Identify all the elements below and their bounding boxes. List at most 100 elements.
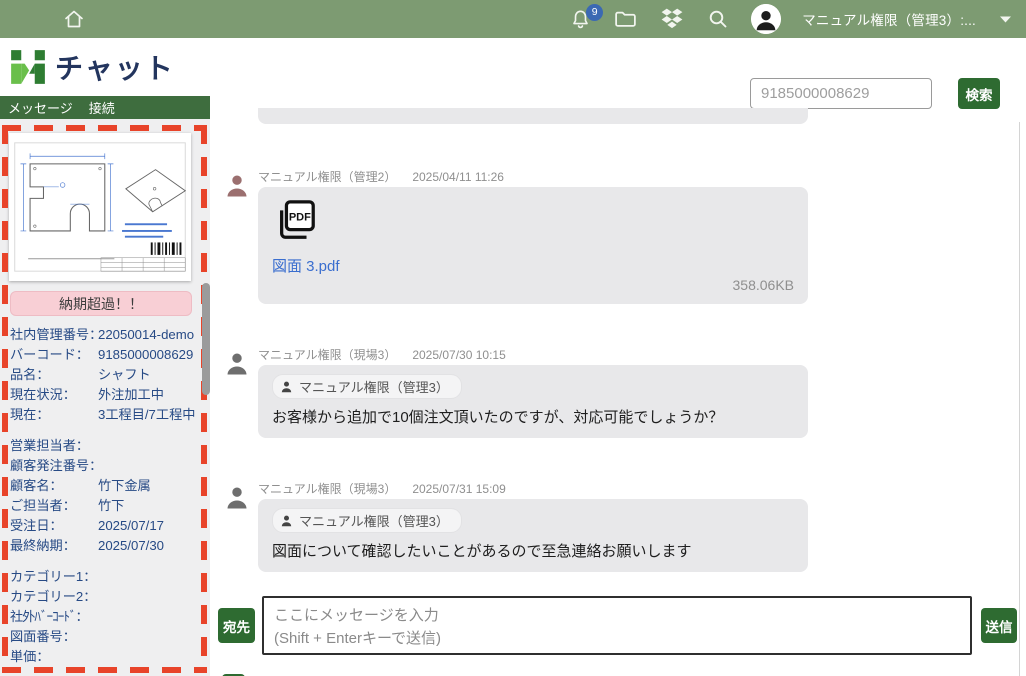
sidebar-scrollbar-thumb[interactable] bbox=[202, 283, 210, 395]
dropbox-icon[interactable] bbox=[659, 6, 685, 32]
highlight-border-left bbox=[2, 125, 8, 673]
item-detail-panel: 納期超過！！ 社内管理番号： 22050014-demo バーコード： 9185… bbox=[0, 119, 210, 676]
field-label: 受注日： bbox=[10, 516, 98, 536]
file-size: 358.06KB bbox=[272, 277, 794, 293]
message-author: マニュアル権限（現場3） bbox=[258, 348, 396, 362]
chat-message: マニュアル権限（現場3） 2025/07/30 10:15 マニュアル権限（管理… bbox=[224, 348, 1026, 438]
field-row: 顧客名： 竹下金属 bbox=[10, 476, 202, 496]
item-detail-sidebar: チャット メッセージ 接続 bbox=[0, 38, 210, 676]
search-row: 検索 bbox=[210, 38, 1026, 109]
field-group: 営業担当者： 顧客発注番号： 顧客名： 竹下金属 ご担当者： 竹下 受注日： 2… bbox=[10, 436, 202, 556]
recipients-button[interactable]: 宛先 bbox=[218, 608, 255, 643]
user-avatar[interactable] bbox=[751, 4, 781, 34]
message-time: 2025/04/11 11:26 bbox=[412, 170, 504, 184]
partial-message-bubble bbox=[258, 108, 808, 124]
composer: 宛先 送信 bbox=[210, 596, 1026, 655]
field-row: カテゴリー2： bbox=[10, 587, 202, 607]
chat-message: マニュアル権限（現場3） 2025/07/31 15:09 マニュアル権限（管理… bbox=[224, 482, 1026, 572]
svg-text:PDF: PDF bbox=[289, 211, 311, 223]
field-label: 社内管理番号： bbox=[10, 325, 98, 345]
field-row: バーコード： 9185000008629 bbox=[10, 345, 202, 365]
chat-message: マニュアル権限（管理2） 2025/04/11 11:26 PDF 図面 3.p… bbox=[224, 170, 1026, 304]
tab-connections[interactable]: 接続 bbox=[89, 98, 115, 117]
field-value bbox=[98, 587, 202, 607]
sidebar-tabbar: メッセージ 接続 bbox=[0, 96, 210, 119]
item-fields: 社内管理番号： 22050014-demo バーコード： 91850000086… bbox=[10, 325, 202, 676]
field-value: 竹下 bbox=[98, 496, 202, 516]
chevron-down-icon[interactable] bbox=[999, 15, 1012, 24]
field-row: 図面番号： bbox=[10, 627, 202, 647]
field-label: 現在状況： bbox=[10, 385, 98, 405]
send-button[interactable]: 送信 bbox=[981, 608, 1017, 643]
field-value bbox=[98, 607, 202, 627]
field-row: 現在： 3工程目/7工程中 bbox=[10, 405, 202, 425]
field-row: ご担当者： 竹下 bbox=[10, 496, 202, 516]
field-value: 9185000008629 bbox=[98, 345, 202, 365]
field-value bbox=[98, 456, 202, 476]
field-row: 社外ﾊﾞｰｺｰﾄﾞ： bbox=[10, 607, 202, 627]
message-time: 2025/07/31 15:09 bbox=[412, 482, 505, 496]
drawing-thumbnail[interactable] bbox=[9, 133, 191, 281]
field-row: 品名： シャフト bbox=[10, 365, 202, 385]
logo-icon bbox=[10, 49, 46, 85]
barcode-search-input[interactable] bbox=[750, 78, 932, 109]
field-label: カテゴリー1： bbox=[10, 567, 98, 587]
field-row: 営業担当者： bbox=[10, 436, 202, 456]
notification-badge: 9 bbox=[586, 4, 603, 21]
field-label: 顧客発注番号： bbox=[10, 456, 98, 476]
search-button[interactable]: 検索 bbox=[958, 78, 1000, 109]
overdue-alert: 納期超過！！ bbox=[10, 291, 192, 316]
field-row: 単価： bbox=[10, 647, 202, 667]
field-label: バーコード： bbox=[10, 345, 98, 365]
search-icon[interactable] bbox=[706, 7, 730, 31]
field-label: 単価： bbox=[10, 647, 98, 667]
notifications-bell-icon[interactable]: 9 bbox=[569, 8, 592, 31]
menu-icon[interactable] bbox=[14, 11, 36, 26]
field-value bbox=[98, 436, 202, 456]
message-bubble: マニュアル権限（管理3） お客様から追加で10個注文頂いたのですが、対応可能でし… bbox=[258, 365, 808, 438]
field-label: 現在： bbox=[10, 405, 98, 425]
field-row: カテゴリー1： bbox=[10, 567, 202, 587]
field-value: シャフト bbox=[98, 365, 202, 385]
field-row: 最終納期： 2025/07/30 bbox=[10, 536, 202, 556]
home-icon[interactable] bbox=[62, 7, 86, 31]
message-text: 図面について確認したいことがあるので至急連絡お願いします bbox=[272, 540, 794, 561]
message-author: マニュアル権限（管理2） bbox=[258, 170, 396, 184]
message-header: マニュアル権限（現場3） 2025/07/31 15:09 bbox=[258, 482, 808, 496]
logo-text: チャット bbox=[55, 47, 175, 87]
mention-label: マニュアル権限（管理3） bbox=[299, 377, 449, 396]
user-name[interactable]: マニュアル権限（管理3）:... bbox=[802, 9, 976, 29]
mention-chip: マニュアル権限（管理3） bbox=[272, 374, 462, 399]
message-bubble: PDF 図面 3.pdf 358.06KB bbox=[258, 187, 808, 304]
field-group: 社内管理番号： 22050014-demo バーコード： 91850000086… bbox=[10, 325, 202, 425]
message-bubble: マニュアル権限（管理3） 図面について確認したいことがあるので至急連絡お願いしま… bbox=[258, 499, 808, 572]
message-text: お客様から追加で10個注文頂いたのですが、対応可能でしょうか？ bbox=[272, 406, 794, 427]
field-value: 2025/07/17 bbox=[98, 516, 202, 536]
field-value bbox=[98, 627, 202, 647]
app-logo: チャット bbox=[0, 38, 210, 96]
tab-messages[interactable]: メッセージ bbox=[8, 98, 73, 117]
field-value: 3工程目/7工程中 bbox=[98, 405, 202, 425]
file-link[interactable]: 図面 3.pdf bbox=[272, 255, 794, 276]
field-group: カテゴリー1： カテゴリー2： 社外ﾊﾞｰｺｰﾄﾞ： 図面番号： 単価： bbox=[10, 567, 202, 667]
topbar: 9 マニュアル権限（管理3）:... bbox=[0, 0, 1026, 38]
field-row: 社内管理番号： 22050014-demo bbox=[10, 325, 202, 345]
field-value: 22050014-demo bbox=[98, 325, 202, 345]
field-value bbox=[98, 647, 202, 667]
field-row: 受注日： 2025/07/17 bbox=[10, 516, 202, 536]
mention-chip: マニュアル権限（管理3） bbox=[272, 508, 462, 533]
field-value bbox=[98, 567, 202, 587]
field-value: 竹下金属 bbox=[98, 476, 202, 496]
message-list: マニュアル権限（管理2） 2025/04/11 11:26 PDF 図面 3.p… bbox=[210, 108, 1026, 572]
field-label: 品名： bbox=[10, 365, 98, 385]
pdf-file-icon: PDF bbox=[274, 198, 318, 242]
field-row: 顧客発注番号： bbox=[10, 456, 202, 476]
message-time: 2025/07/30 10:15 bbox=[412, 348, 505, 362]
message-input[interactable] bbox=[262, 596, 972, 655]
field-label: 顧客名： bbox=[10, 476, 98, 496]
avatar-icon bbox=[224, 484, 250, 510]
person-icon bbox=[280, 380, 293, 393]
avatar-icon bbox=[224, 350, 250, 376]
field-value: 外注加工中 bbox=[98, 385, 202, 405]
folder-icon[interactable] bbox=[613, 7, 638, 32]
